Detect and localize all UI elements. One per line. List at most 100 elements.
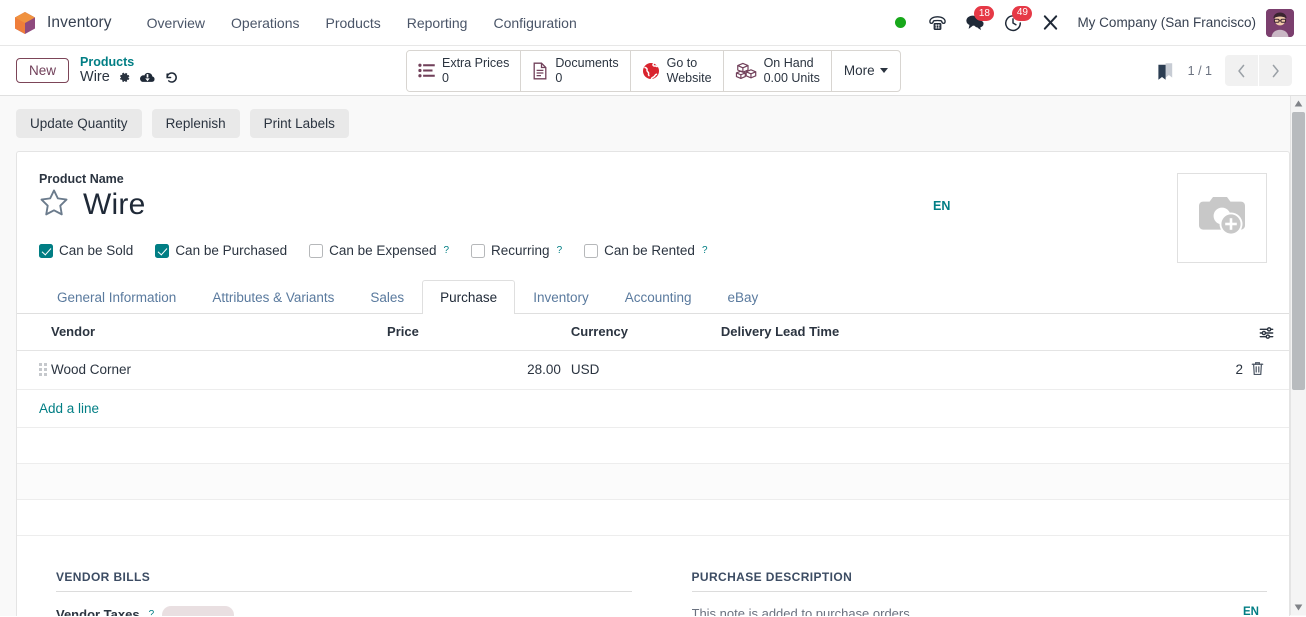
help-tooltip-icon-recurring[interactable]: ? [557, 245, 563, 256]
company-selector[interactable]: My Company (San Francisco) [1077, 15, 1256, 30]
control-panel: New Products Wire [0, 46, 1306, 96]
pager-previous-button[interactable] [1225, 55, 1258, 86]
tab-sales[interactable]: Sales [352, 280, 422, 314]
empty-row-filler [17, 500, 1289, 536]
messages-icon[interactable]: 18 [956, 9, 994, 36]
drag-handle-icon[interactable] [39, 363, 51, 376]
checkbox-can-be-purchased[interactable]: Can be Purchased [155, 243, 287, 258]
stat-button-documents[interactable]: Documents 0 [521, 51, 630, 91]
scrollbar-thumb[interactable] [1292, 112, 1305, 390]
stat-button-go-to-website[interactable]: Go to Website [631, 51, 724, 91]
add-a-line-button[interactable]: Add a line [17, 390, 1289, 428]
menu-item-overview[interactable]: Overview [134, 10, 218, 36]
bookmark-icon[interactable] [1152, 61, 1188, 81]
help-tooltip-icon-can-be-expensed[interactable]: ? [443, 245, 449, 256]
tab-inventory[interactable]: Inventory [515, 280, 607, 314]
print-labels-button[interactable]: Print Labels [250, 109, 349, 138]
replenish-button[interactable]: Replenish [152, 109, 240, 138]
checkbox-box-can-be-rented[interactable] [584, 244, 598, 258]
app-name[interactable]: Inventory [47, 14, 112, 32]
checkbox-label-can-be-rented: Can be Rented [604, 243, 695, 258]
more-stat-buttons-dropdown[interactable]: More [832, 51, 900, 91]
product-image-placeholder[interactable] [1177, 173, 1267, 263]
checkbox-box-can-be-purchased[interactable] [155, 244, 169, 258]
stat-label-on-hand: On Hand [764, 56, 820, 71]
scroll-down-arrow-icon[interactable] [1291, 600, 1306, 615]
purchase-description-text[interactable]: This note is added to purchase orders. [692, 606, 1268, 616]
checkbox-box-recurring[interactable] [471, 244, 485, 258]
checkbox-can-be-expensed[interactable]: Can be Expensed ? [309, 243, 449, 258]
list-lines-icon [418, 63, 435, 78]
checkbox-label-can-be-expensed: Can be Expensed [329, 243, 436, 258]
stat-value-website: Website [667, 71, 712, 86]
stat-button-on-hand[interactable]: On Hand 0.00 Units [724, 51, 832, 91]
breadcrumb: Products Wire [80, 55, 179, 86]
action-buttons-row: Update Quantity Replenish Print Labels [0, 96, 1306, 151]
gear-icon[interactable] [118, 71, 131, 84]
help-tooltip-icon-vendor-taxes[interactable]: ? [149, 609, 155, 616]
vendor-taxes-label: Vendor Taxes [56, 607, 140, 616]
document-icon [532, 62, 548, 80]
table-row[interactable]: Wood Corner 28.00 USD 2 [17, 350, 1289, 389]
camera-add-icon [1194, 193, 1250, 244]
system-status-dot [895, 17, 906, 28]
form-scroll-area: Update Quantity Replenish Print Labels P… [0, 96, 1306, 616]
cell-lead-time[interactable]: 2 [721, 350, 1251, 389]
cloud-save-icon[interactable] [139, 71, 156, 85]
new-button[interactable]: New [16, 58, 69, 83]
odoo-cube-logo-icon[interactable] [14, 11, 36, 35]
cell-vendor[interactable]: Wood Corner [51, 350, 387, 389]
checkbox-can-be-sold[interactable]: Can be Sold [39, 243, 133, 258]
column-header-currency[interactable]: Currency [571, 314, 721, 350]
pager-next-button[interactable] [1259, 55, 1292, 86]
tab-accounting[interactable]: Accounting [607, 280, 710, 314]
vertical-scrollbar[interactable] [1290, 96, 1306, 615]
column-header-handle [17, 314, 51, 350]
stat-button-extra-prices[interactable]: Extra Prices 0 [407, 51, 521, 91]
tab-ebay[interactable]: eBay [710, 280, 777, 314]
user-avatar[interactable] [1266, 9, 1294, 37]
checkbox-box-can-be-expensed[interactable] [309, 244, 323, 258]
cell-price[interactable]: 28.00 [387, 350, 571, 389]
purchase-description-language-badge[interactable]: EN [1243, 606, 1259, 616]
product-name-value[interactable]: Wire [83, 188, 145, 222]
column-settings-icon[interactable] [1259, 326, 1274, 340]
checkbox-recurring[interactable]: Recurring ? [471, 243, 562, 258]
main-menu: Overview Operations Products Reporting C… [134, 10, 590, 36]
voip-phone-icon[interactable] [919, 9, 956, 36]
column-header-vendor[interactable]: Vendor [51, 314, 387, 350]
row-delete-cell [1251, 350, 1289, 389]
menu-item-configuration[interactable]: Configuration [480, 10, 589, 36]
vendor-taxes-tag[interactable] [162, 606, 234, 616]
breadcrumb-parent-products[interactable]: Products [80, 55, 179, 69]
navbar-right-group: 18 49 My Company (San Francisco) [891, 9, 1294, 37]
favorite-star-icon[interactable] [39, 188, 69, 222]
menu-item-reporting[interactable]: Reporting [394, 10, 481, 36]
language-badge[interactable]: EN [933, 199, 950, 213]
stat-buttons-group: Extra Prices 0 Documents 0 [406, 50, 901, 92]
tab-general-information[interactable]: General Information [39, 280, 194, 314]
discard-undo-icon[interactable] [164, 70, 179, 85]
vendor-bills-section: VENDOR BILLS Vendor Taxes ? [56, 570, 632, 616]
product-title-block: Product Name Wire EN [39, 172, 1267, 222]
help-tooltip-icon-can-be-rented[interactable]: ? [702, 245, 708, 256]
menu-item-operations[interactable]: Operations [218, 10, 312, 36]
menu-item-products[interactable]: Products [313, 10, 394, 36]
column-header-delivery-lead-time-label: Delivery Lead Time [721, 324, 839, 339]
activities-clock-icon[interactable]: 49 [994, 9, 1032, 37]
column-header-price[interactable]: Price [387, 314, 571, 350]
tab-attributes-variants[interactable]: Attributes & Variants [194, 280, 352, 314]
vendor-taxes-field[interactable]: Vendor Taxes ? [56, 606, 632, 616]
cell-currency[interactable]: USD [571, 350, 721, 389]
scroll-up-arrow-icon[interactable] [1291, 96, 1306, 111]
update-quantity-button[interactable]: Update Quantity [16, 109, 142, 138]
checkbox-can-be-rented[interactable]: Can be Rented ? [584, 243, 707, 258]
tab-purchase[interactable]: Purchase [422, 280, 515, 314]
trash-icon[interactable] [1251, 361, 1264, 376]
checkbox-label-can-be-sold: Can be Sold [59, 243, 133, 258]
column-header-delivery-lead-time[interactable]: Delivery Lead Time [721, 314, 1251, 350]
column-header-settings [1251, 314, 1289, 350]
checkbox-box-can-be-sold[interactable] [39, 244, 53, 258]
row-drag-handle[interactable] [17, 350, 51, 389]
developer-tools-icon[interactable] [1032, 9, 1069, 36]
